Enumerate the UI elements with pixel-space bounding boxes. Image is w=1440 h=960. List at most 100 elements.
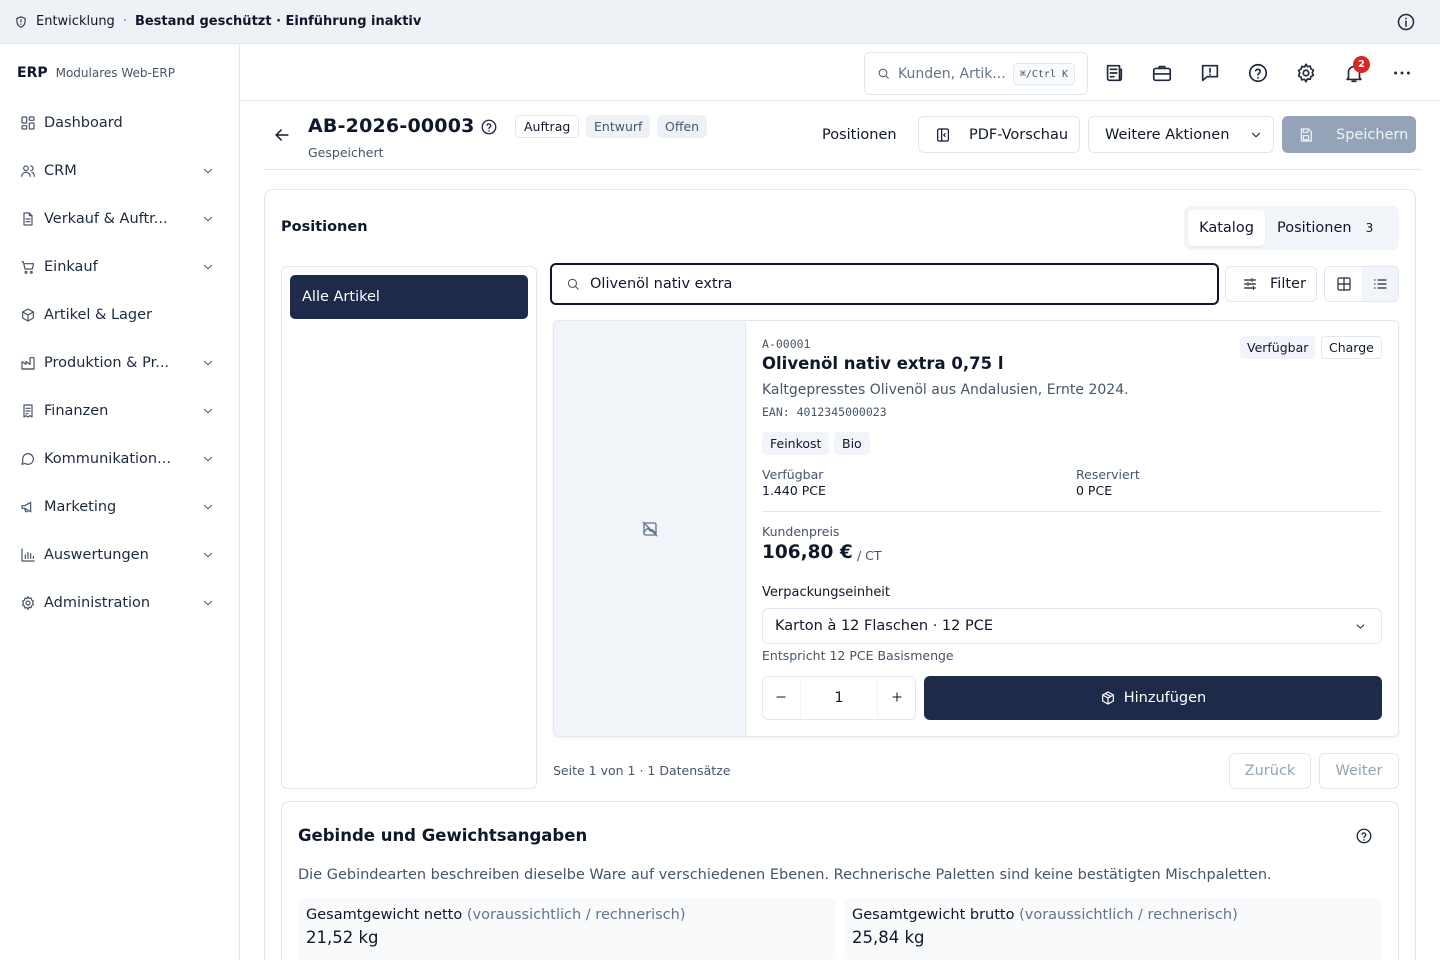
tab-catalog[interactable]: Katalog bbox=[1188, 210, 1265, 246]
product-image-placeholder bbox=[554, 321, 746, 736]
positions-card-title: Positionen bbox=[281, 219, 368, 235]
chevron-down-icon bbox=[203, 360, 213, 366]
top-toolbar: Kunden, Artik... ⌘/Ctrl K bbox=[240, 44, 1440, 101]
chevron-down-icon bbox=[1252, 132, 1261, 137]
positions-count: 3 bbox=[1365, 221, 1374, 235]
product-search-input[interactable]: Olivenöl nativ extra bbox=[550, 263, 1219, 305]
next-page-button[interactable]: Weiter bbox=[1319, 753, 1399, 789]
sidebar-item-crm[interactable]: CRM bbox=[0, 147, 239, 195]
pdf-preview-label: PDF-Vorschau bbox=[969, 126, 1069, 143]
chevron-down-icon bbox=[1356, 624, 1365, 629]
sidebar-item-communication[interactable]: Kommunikation... bbox=[0, 435, 239, 483]
help-icon[interactable] bbox=[1355, 827, 1373, 845]
sidebar-item-label: Administration bbox=[44, 595, 151, 611]
category-all-articles[interactable]: Alle Artikel bbox=[290, 275, 528, 319]
search-icon bbox=[567, 278, 579, 290]
document-number: AB-2026-00003 bbox=[308, 115, 475, 137]
help-icon[interactable] bbox=[480, 118, 498, 136]
sidebar-item-dashboard[interactable]: Dashboard bbox=[0, 99, 239, 147]
product-search-value: Olivenöl nativ extra bbox=[590, 276, 733, 292]
pdf-preview-button[interactable]: PDF-Vorschau bbox=[918, 116, 1080, 153]
chevron-down-icon bbox=[203, 216, 213, 222]
product-tag: Bio bbox=[834, 432, 870, 455]
megaphone-icon bbox=[21, 501, 32, 513]
add-to-order-button[interactable]: Hinzufügen bbox=[924, 676, 1382, 720]
net-weight-label-text: Gesamtgewicht netto bbox=[306, 907, 463, 923]
global-search-input[interactable]: Kunden, Artik... ⌘/Ctrl K bbox=[864, 52, 1088, 95]
back-arrow-icon[interactable] bbox=[272, 125, 292, 145]
news-icon[interactable] bbox=[1103, 62, 1125, 84]
plus-icon[interactable] bbox=[890, 690, 904, 704]
category-panel bbox=[281, 266, 537, 789]
more-icon[interactable] bbox=[1391, 62, 1413, 84]
chevron-down-icon bbox=[203, 600, 213, 606]
sidebar-item-reports[interactable]: Auswertungen bbox=[0, 531, 239, 579]
product-ean: EAN: 4012345000023 bbox=[762, 405, 887, 419]
sidebar-item-label: CRM bbox=[44, 163, 77, 179]
filter-label: Filter bbox=[1270, 276, 1306, 292]
net-weight-label: Gesamtgewicht netto (voraussichtlich / r… bbox=[306, 907, 686, 923]
positions-button[interactable]: Positionen bbox=[812, 117, 907, 153]
bar-chart-icon bbox=[21, 548, 35, 562]
sidebar-item-label: Kommunikation... bbox=[44, 451, 171, 467]
help-icon[interactable] bbox=[1247, 62, 1269, 84]
sidebar-item-label: Produktion & Pr... bbox=[44, 355, 170, 371]
packaging-value: Karton à 12 Flaschen · 12 PCE bbox=[775, 618, 994, 634]
sidebar-item-label: Einkauf bbox=[44, 259, 98, 275]
sidebar-item-administration[interactable]: Administration bbox=[0, 579, 239, 627]
reserved-label: Reserviert bbox=[1076, 467, 1140, 482]
header-divider bbox=[264, 169, 1422, 170]
image-off-icon bbox=[642, 521, 658, 537]
chevron-down-icon bbox=[203, 408, 213, 414]
brand-subtitle: Modulares Web-ERP bbox=[55, 66, 175, 80]
filter-button[interactable]: Filter bbox=[1225, 266, 1317, 302]
add-label: Hinzufügen bbox=[1123, 690, 1207, 706]
sidebar-item-label: Dashboard bbox=[44, 115, 123, 131]
tab-positions[interactable]: Positionen 3 bbox=[1277, 210, 1373, 246]
reserved-value: 0 PCE bbox=[1076, 483, 1113, 498]
briefcase-icon[interactable] bbox=[1151, 62, 1173, 84]
chat-icon bbox=[21, 453, 34, 465]
settings-icon[interactable] bbox=[1295, 62, 1317, 84]
notification-badge: 2 bbox=[1353, 56, 1370, 73]
prev-page-button[interactable]: Zurück bbox=[1229, 753, 1311, 789]
sidebar-item-production[interactable]: Produktion & Pr... bbox=[0, 339, 239, 387]
sidebar-item-articles[interactable]: Artikel & Lager bbox=[0, 291, 239, 339]
quantity-input[interactable]: 1 bbox=[800, 677, 878, 719]
tab-positions-label: Positionen bbox=[1277, 220, 1352, 236]
environment-label: Entwicklung bbox=[36, 14, 115, 29]
gross-weight-label: Gesamtgewicht brutto (voraussichtlich / … bbox=[852, 907, 1238, 923]
available-label: Verfügbar bbox=[762, 467, 824, 482]
sidebar-item-sales[interactable]: Verkauf & Auftr... bbox=[0, 195, 239, 243]
environment-bar: Entwicklung · Bestand geschützt · Einfüh… bbox=[0, 0, 1440, 44]
search-placeholder: Kunden, Artik... bbox=[898, 65, 1006, 82]
chevron-down-icon bbox=[203, 552, 213, 558]
gross-weight-value: 25,84 kg bbox=[852, 928, 925, 947]
save-button[interactable]: Speichern bbox=[1282, 116, 1416, 153]
chevron-down-icon bbox=[203, 168, 213, 174]
feedback-icon[interactable] bbox=[1199, 62, 1221, 84]
cart-icon bbox=[21, 261, 35, 274]
weights-description: Die Gebindearten beschreiben dieselbe Wa… bbox=[298, 867, 1272, 883]
brand[interactable]: ERP Modulares Web-ERP bbox=[17, 65, 175, 81]
list-view-icon[interactable] bbox=[1372, 276, 1388, 292]
receipt-icon bbox=[23, 404, 33, 418]
sidebar-item-purchasing[interactable]: Einkauf bbox=[0, 243, 239, 291]
weights-card-title: Gebinde und Gewichtsangaben bbox=[298, 826, 588, 845]
product-name: Olivenöl nativ extra 0,75 l bbox=[762, 354, 1004, 373]
product-description: Kaltgepresstes Olivenöl aus Andalusien, … bbox=[762, 382, 1129, 398]
price-unit: / CT bbox=[857, 548, 882, 563]
sidebar-item-marketing[interactable]: Marketing bbox=[0, 483, 239, 531]
packaging-select[interactable]: Karton à 12 Flaschen · 12 PCE bbox=[762, 608, 1382, 644]
package-icon bbox=[22, 308, 34, 322]
save-label: Speichern bbox=[1336, 126, 1409, 143]
info-icon[interactable] bbox=[1396, 12, 1416, 32]
more-actions-button[interactable]: Weitere Aktionen bbox=[1088, 116, 1274, 153]
availability-badge: Verfügbar bbox=[1240, 336, 1316, 359]
price-label: Kundenpreis bbox=[762, 524, 840, 539]
grid-view-icon[interactable] bbox=[1336, 276, 1352, 292]
customer-price: 106,80 € bbox=[762, 542, 853, 563]
sidebar-item-finance[interactable]: Finanzen bbox=[0, 387, 239, 435]
pdf-preview-icon bbox=[937, 127, 949, 142]
minus-icon[interactable] bbox=[774, 690, 788, 704]
